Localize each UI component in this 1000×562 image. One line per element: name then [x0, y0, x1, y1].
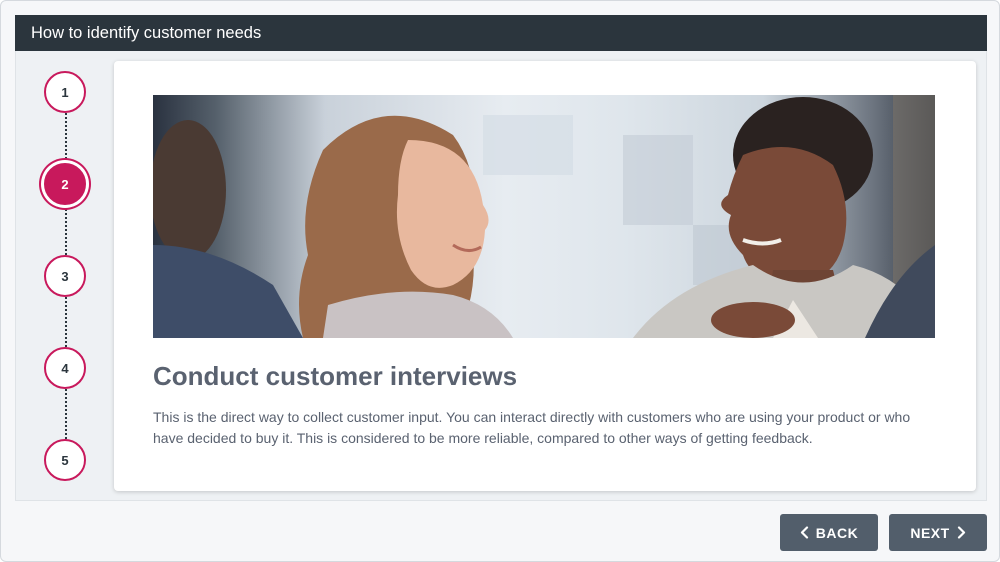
lesson-body-text: This is the direct way to collect custom…	[153, 409, 911, 446]
step-connector	[65, 205, 67, 255]
lesson-card: Conduct customer interviews This is the …	[114, 61, 976, 491]
lesson-heading: Conduct customer interviews	[153, 361, 518, 391]
step-1[interactable]: 1	[44, 71, 86, 113]
step-connector	[65, 297, 67, 347]
content-area: 1 2 3 4 5 Conduct customer interviews Th…	[15, 51, 987, 501]
two-women-conversation-photo	[153, 95, 935, 338]
next-button[interactable]: NEXT	[889, 514, 987, 551]
step-progress: 1 2 3 4 5	[16, 51, 116, 501]
step-5[interactable]: 5	[44, 439, 86, 481]
page-title: How to identify customer needs	[15, 15, 987, 51]
back-button-label: BACK	[815, 524, 859, 541]
chevron-right-icon	[957, 526, 965, 539]
back-button[interactable]: BACK	[780, 514, 878, 551]
hero-image	[153, 95, 935, 338]
course-player-frame: How to identify customer needs 1 2 3 4 5	[0, 0, 1000, 562]
step-connector	[65, 389, 67, 439]
chevron-left-icon	[800, 526, 808, 539]
step-4[interactable]: 4	[44, 347, 86, 389]
next-button-label: NEXT	[910, 524, 950, 541]
step-connector	[65, 113, 67, 163]
step-2-current[interactable]: 2	[44, 163, 86, 205]
step-3[interactable]: 3	[44, 255, 86, 297]
